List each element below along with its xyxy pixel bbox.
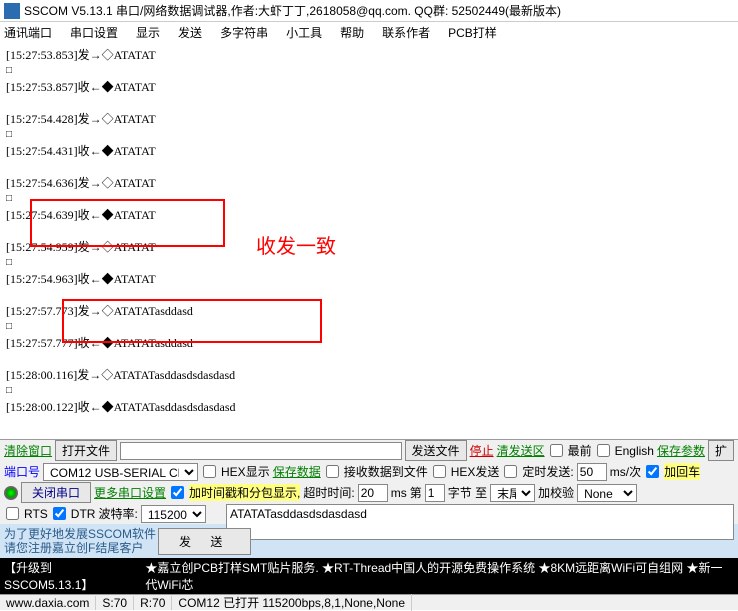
log-line: [15:27:53.857]收←◆ATATAT bbox=[6, 79, 732, 95]
clear-send-link[interactable]: 清发送区 bbox=[497, 442, 545, 459]
promo-text: 为了更好地发展SSCOM软件 请您注册嘉立创F结尾客户 bbox=[4, 527, 156, 555]
more-settings-link[interactable]: 更多串口设置 bbox=[94, 484, 166, 501]
clear-window-link[interactable]: 清除窗口 bbox=[4, 442, 52, 459]
log-line bbox=[6, 223, 732, 239]
addcr-label: 加回车 bbox=[664, 463, 700, 480]
send-button[interactable]: 发 送 bbox=[158, 528, 251, 555]
checksum-select[interactable]: None bbox=[577, 484, 637, 502]
status-bar: www.daxia.com S:70 R:70 COM12 已打开 115200… bbox=[0, 594, 738, 610]
ext-button[interactable]: 扩 bbox=[708, 440, 734, 461]
save-param-link[interactable]: 保存参数 bbox=[657, 442, 705, 459]
log-line: [15:27:54.639]收←◆ATATAT bbox=[6, 207, 732, 223]
save-data-link[interactable]: 保存数据 bbox=[273, 463, 321, 480]
status-led bbox=[4, 486, 18, 500]
baud-label: 波特率: bbox=[98, 505, 137, 522]
hex-send-checkbox[interactable] bbox=[433, 465, 446, 478]
rts-checkbox[interactable] bbox=[6, 507, 19, 520]
dtr-checkbox[interactable] bbox=[53, 507, 66, 520]
front-checkbox[interactable] bbox=[550, 444, 563, 457]
open-file-button[interactable]: 打开文件 bbox=[55, 440, 117, 461]
rts-label: RTS bbox=[24, 507, 48, 521]
send-file-button[interactable]: 发送文件 bbox=[405, 440, 467, 461]
annotation-text: 收发一致 bbox=[256, 239, 336, 255]
baud-select[interactable]: 115200 bbox=[141, 505, 206, 523]
menu-display[interactable]: 显示 bbox=[136, 24, 160, 41]
log-line: [15:28:00.122]收←◆ATATATasddasdsdasdasd bbox=[6, 399, 732, 415]
log-line: □ bbox=[6, 255, 732, 271]
port-label: 端口号 bbox=[4, 463, 40, 480]
hex-send-label: HEX发送 bbox=[451, 463, 500, 480]
status-url: www.daxia.com bbox=[0, 596, 96, 610]
menu-contact[interactable]: 联系作者 bbox=[382, 24, 430, 41]
app-icon bbox=[4, 3, 20, 19]
file-path-input[interactable] bbox=[120, 442, 402, 460]
log-line: □ bbox=[6, 383, 732, 399]
ad-bar: 【升级到SSCOM5.13.1】 ★嘉立创PCB打样SMT贴片服务. ★RT-T… bbox=[0, 558, 738, 594]
timestamp-checkbox[interactable] bbox=[171, 486, 184, 499]
chk-label: 加校验 bbox=[538, 484, 574, 501]
english-label: English bbox=[615, 444, 654, 458]
end-select[interactable]: 末尾 bbox=[490, 484, 535, 502]
close-port-button[interactable]: 关闭串口 bbox=[21, 482, 91, 503]
byte-start-input[interactable] bbox=[425, 484, 445, 502]
dtr-label: DTR bbox=[71, 507, 96, 521]
no1-label: 第 bbox=[410, 484, 422, 501]
port-select[interactable]: COM12 USB-SERIAL CH340 bbox=[43, 463, 198, 481]
log-line: □ bbox=[6, 191, 732, 207]
title-bar: SSCOM V5.13.1 串口/网络数据调试器,作者:大虾丁丁,2618058… bbox=[0, 0, 738, 22]
hex-show-checkbox[interactable] bbox=[203, 465, 216, 478]
timed-ms-input[interactable] bbox=[577, 463, 607, 481]
log-line: [15:27:57.777]收←◆ATATATasddasd bbox=[6, 335, 732, 351]
menu-tools[interactable]: 小工具 bbox=[286, 24, 322, 41]
status-recv: R:70 bbox=[134, 596, 172, 610]
english-checkbox[interactable] bbox=[597, 444, 610, 457]
log-line: [15:27:54.428]发→◇ATATAT bbox=[6, 111, 732, 127]
menu-bar: 通讯端口 串口设置 显示 发送 多字符串 小工具 帮助 联系作者 PCB打样 bbox=[0, 22, 738, 43]
log-line: [15:27:53.853]发→◇ATATAT bbox=[6, 47, 732, 63]
log-line bbox=[6, 287, 732, 303]
ms-per-label: ms/次 bbox=[610, 463, 641, 480]
status-info: COM12 已打开 115200bps,8,1,None,None bbox=[172, 594, 412, 611]
byte-label: 字节 至 bbox=[448, 484, 487, 501]
upgrade-link[interactable]: 【升级到SSCOM5.13.1】 bbox=[4, 559, 133, 593]
menu-help[interactable]: 帮助 bbox=[340, 24, 364, 41]
menu-serial[interactable]: 串口设置 bbox=[70, 24, 118, 41]
log-line: [15:27:54.431]收←◆ATATAT bbox=[6, 143, 732, 159]
log-line bbox=[6, 95, 732, 111]
addcr-checkbox[interactable] bbox=[646, 465, 659, 478]
log-area[interactable]: 收发一致 [15:27:53.853]发→◇ATATAT□[15:27:53.8… bbox=[0, 43, 738, 451]
log-line bbox=[6, 159, 732, 175]
recv-file-checkbox[interactable] bbox=[326, 465, 339, 478]
log-line: □ bbox=[6, 127, 732, 143]
menu-multistr[interactable]: 多字符串 bbox=[220, 24, 268, 41]
front-label: 最前 bbox=[568, 442, 592, 459]
timed-send-label: 定时发送: bbox=[522, 463, 573, 480]
log-line: □ bbox=[6, 63, 732, 79]
timed-send-checkbox[interactable] bbox=[504, 465, 517, 478]
timeout-input[interactable] bbox=[358, 484, 388, 502]
menu-port[interactable]: 通讯端口 bbox=[4, 24, 52, 41]
log-line: [15:27:54.959]发→◇ATATAT bbox=[6, 239, 732, 255]
log-line: [15:28:00.116]发→◇ATATATasddasdsdasdasd bbox=[6, 367, 732, 383]
send-data-input[interactable]: ATATATasddasdsdasdasd bbox=[226, 504, 734, 540]
timeout-label: 超时时间: bbox=[303, 484, 354, 501]
control-panel: 清除窗口 打开文件 发送文件 停止 清发送区 最前 English 保存参数 扩… bbox=[0, 439, 738, 594]
timestamp-label: 加时间戳和分包显示, bbox=[189, 484, 300, 501]
ms-label: ms bbox=[391, 486, 407, 500]
log-line: [15:27:54.636]发→◇ATATAT bbox=[6, 175, 732, 191]
menu-send[interactable]: 发送 bbox=[178, 24, 202, 41]
ad-text: ★嘉立创PCB打样SMT贴片服务. ★RT-Thread中国人的开源免费操作系统… bbox=[145, 559, 734, 593]
recv-file-label: 接收数据到文件 bbox=[344, 463, 428, 480]
status-sent: S:70 bbox=[96, 596, 134, 610]
log-line bbox=[6, 351, 732, 367]
hex-show-label: HEX显示 bbox=[221, 463, 270, 480]
log-line: [15:27:57.773]发→◇ATATATasddasd bbox=[6, 303, 732, 319]
log-line: □ bbox=[6, 319, 732, 335]
menu-pcb[interactable]: PCB打样 bbox=[448, 24, 497, 41]
log-line: [15:27:54.963]收←◆ATATAT bbox=[6, 271, 732, 287]
stop-link[interactable]: 停止 bbox=[470, 442, 494, 459]
window-title: SSCOM V5.13.1 串口/网络数据调试器,作者:大虾丁丁,2618058… bbox=[24, 2, 561, 19]
